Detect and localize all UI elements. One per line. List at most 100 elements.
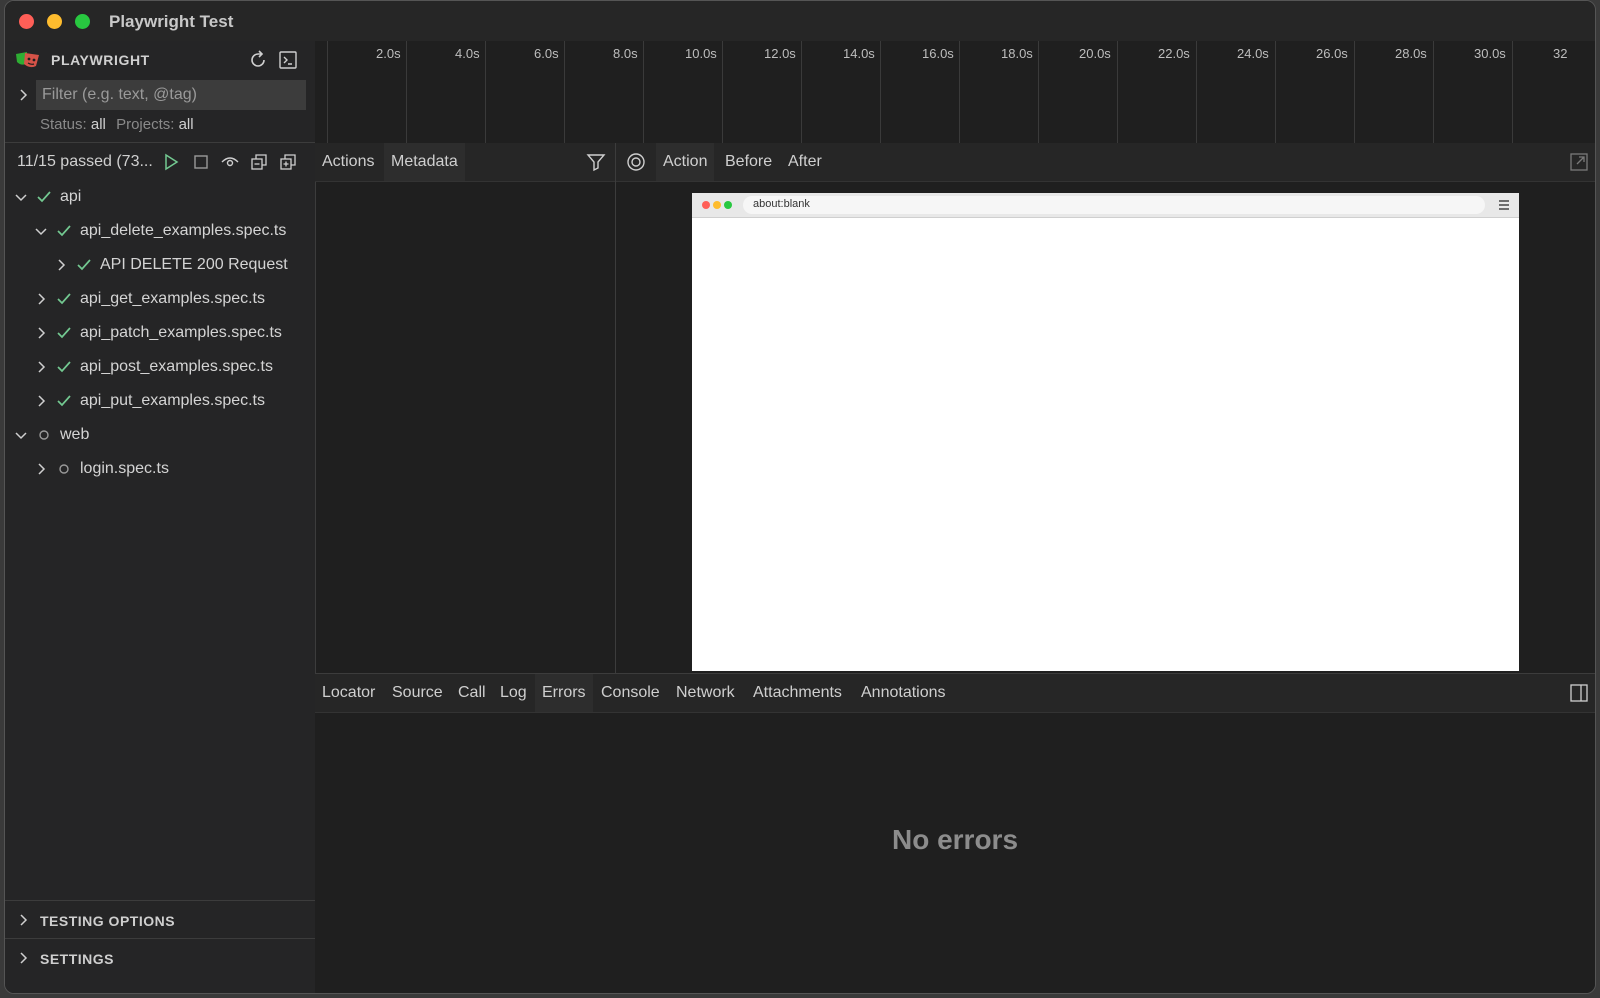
zoom-window-button[interactable] xyxy=(75,14,90,29)
tree-item-label: api_put_examples.spec.ts xyxy=(80,392,265,409)
actions-pane: Actions Metadata xyxy=(315,143,616,673)
timeline-tick-label: 20.0s xyxy=(1079,46,1111,61)
open-external-icon[interactable] xyxy=(1569,152,1589,172)
details-tabbar: Locator Source Call Log Errors Console N… xyxy=(315,674,1595,713)
tree-item-api[interactable]: api xyxy=(5,180,315,214)
timeline-tick-label: 32 xyxy=(1553,46,1568,61)
tab-source[interactable]: Source xyxy=(385,674,450,712)
tab-annotations[interactable]: Annotations xyxy=(854,674,953,712)
tree-item-label: API DELETE 200 Request xyxy=(100,256,288,273)
chevron-right-icon[interactable] xyxy=(33,291,49,307)
filter-icon[interactable] xyxy=(586,152,606,172)
passed-check-icon xyxy=(35,188,53,206)
pass-summary: 11/15 passed (73... xyxy=(17,153,153,170)
timeline-tick-label: 12.0s xyxy=(764,46,796,61)
filter-input[interactable] xyxy=(36,80,306,110)
timeline[interactable]: 2.0s 4.0s 6.0s 8.0s 10.0s 12.0s 14.0s 16… xyxy=(315,41,1595,144)
app-window: Playwright Test PLAYWRIGHT Filter (e.g. … xyxy=(4,0,1596,994)
tab-network[interactable]: Network xyxy=(669,674,742,712)
expand-all-icon[interactable] xyxy=(278,152,298,172)
tree-item-label: api_get_examples.spec.ts xyxy=(80,290,265,307)
tab-after[interactable]: After xyxy=(781,143,829,181)
tab-actions[interactable]: Actions xyxy=(315,143,381,181)
details-pane: Locator Source Call Log Errors Console N… xyxy=(315,673,1595,993)
refresh-icon[interactable] xyxy=(247,49,269,71)
minimize-window-button[interactable] xyxy=(47,14,62,29)
browser-toolbar: about:blank xyxy=(692,193,1519,218)
timeline-tick-label: 6.0s xyxy=(534,46,559,61)
tree-item-api-post-examples[interactable]: api_post_examples.spec.ts xyxy=(5,350,315,384)
projects-value[interactable]: all xyxy=(179,116,194,133)
snapshot-pane: Action Before After about:blank xyxy=(616,143,1595,673)
filter-expand-chevron-icon[interactable] xyxy=(15,87,31,103)
timeline-tick-label: 14.0s xyxy=(843,46,875,61)
timeline-tick-label: 30.0s xyxy=(1474,46,1506,61)
tab-before[interactable]: Before xyxy=(718,143,779,181)
no-errors-message: No errors xyxy=(891,824,1019,855)
chevron-right-icon[interactable] xyxy=(33,393,49,409)
test-sidebar: PLAYWRIGHT Status: all Projects: all 11/… xyxy=(5,41,316,993)
chevron-right-icon[interactable] xyxy=(33,359,49,375)
testing-options-section[interactable]: TESTING OPTIONS xyxy=(5,901,315,939)
section-label: TESTING OPTIONS xyxy=(40,913,176,929)
actions-tabbar: Actions Metadata xyxy=(315,143,615,182)
chevron-right-icon[interactable] xyxy=(53,257,69,273)
chevron-right-icon[interactable] xyxy=(33,325,49,341)
tree-item-api-get-examples[interactable]: api_get_examples.spec.ts xyxy=(5,282,315,316)
passed-check-icon xyxy=(55,222,73,240)
watch-icon[interactable] xyxy=(220,152,240,172)
tree-item-label: web xyxy=(60,426,90,443)
tree-item-api-delete-200-request[interactable]: API DELETE 200 Request xyxy=(5,248,315,282)
snapshot-tabbar: Action Before After xyxy=(616,143,1595,182)
passed-check-icon xyxy=(75,256,93,274)
status-projects-filter[interactable]: Status: all Projects: all xyxy=(40,116,200,133)
tree-item-api-patch-examples[interactable]: api_patch_examples.spec.ts xyxy=(5,316,315,350)
url-text: about:blank xyxy=(753,198,810,210)
tree-item-label: api_patch_examples.spec.ts xyxy=(80,324,282,341)
not-run-circle-icon xyxy=(55,460,73,478)
chevron-down-icon[interactable] xyxy=(33,223,49,239)
passed-check-icon xyxy=(55,358,73,376)
not-run-circle-icon xyxy=(35,426,53,444)
tree-item-api-put-examples[interactable]: api_put_examples.spec.ts xyxy=(5,384,315,418)
status-label: Status: xyxy=(40,116,87,133)
tree-item-label: login.spec.ts xyxy=(80,460,169,477)
pick-locator-icon[interactable] xyxy=(626,152,646,172)
timeline-tick-label: 16.0s xyxy=(922,46,954,61)
chevron-down-icon[interactable] xyxy=(13,427,29,443)
close-window-button[interactable] xyxy=(19,14,34,29)
run-all-icon[interactable] xyxy=(161,152,181,172)
tab-action[interactable]: Action xyxy=(656,143,715,181)
playwright-logo-icon xyxy=(15,50,39,70)
tab-errors[interactable]: Errors xyxy=(535,674,593,712)
hamburger-menu-icon xyxy=(1497,198,1511,212)
chevron-right-icon[interactable] xyxy=(15,912,31,928)
split-layout-icon[interactable] xyxy=(1569,683,1589,703)
collapse-all-icon[interactable] xyxy=(249,152,269,172)
tree-item-login-spec[interactable]: login.spec.ts xyxy=(5,452,315,486)
chevron-right-icon[interactable] xyxy=(33,461,49,477)
status-value[interactable]: all xyxy=(91,116,106,133)
chevron-right-icon[interactable] xyxy=(15,950,31,966)
timeline-tick-label: 8.0s xyxy=(613,46,638,61)
settings-section[interactable]: SETTINGS xyxy=(5,939,315,977)
tab-locator[interactable]: Locator xyxy=(315,674,382,712)
window-title: Playwright Test xyxy=(109,12,234,31)
timeline-tick-label: 4.0s xyxy=(455,46,480,61)
tree-item-web[interactable]: web xyxy=(5,418,315,452)
tab-metadata[interactable]: Metadata xyxy=(384,143,465,181)
stop-icon[interactable] xyxy=(191,152,211,172)
tab-call[interactable]: Call xyxy=(451,674,493,712)
tree-item-api-delete-examples[interactable]: api_delete_examples.spec.ts xyxy=(5,214,315,248)
chevron-down-icon[interactable] xyxy=(13,189,29,205)
terminal-icon[interactable] xyxy=(277,49,299,71)
timeline-tick-label: 26.0s xyxy=(1316,46,1348,61)
tree-item-label: api_post_examples.spec.ts xyxy=(80,358,273,375)
tab-console[interactable]: Console xyxy=(594,674,667,712)
sidebar-header: PLAYWRIGHT xyxy=(5,41,315,79)
tab-log[interactable]: Log xyxy=(493,674,534,712)
passed-check-icon xyxy=(55,324,73,342)
sidebar-title: PLAYWRIGHT xyxy=(51,52,150,68)
address-bar: about:blank xyxy=(743,196,1485,214)
tab-attachments[interactable]: Attachments xyxy=(746,674,849,712)
